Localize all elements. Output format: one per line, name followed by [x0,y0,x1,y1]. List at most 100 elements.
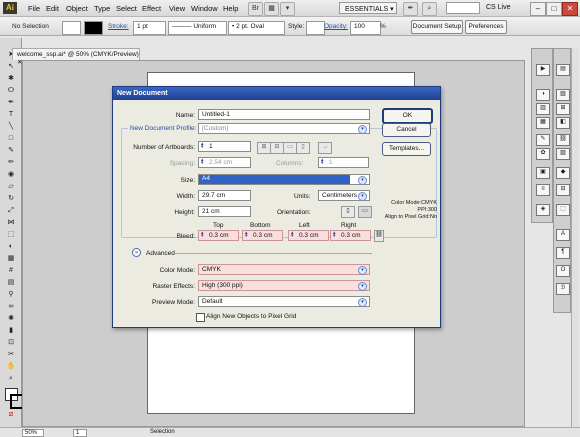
spinner-icon[interactable]: ▴ ▾ [201,142,205,150]
layers-panel-icon[interactable]: ◈ [536,204,550,216]
line-tool-icon[interactable]: ╲ [5,122,17,131]
artboards-panel-icon[interactable]: ⊞ [556,103,570,115]
opacity-label[interactable]: Opacity: [324,23,348,30]
ok-button[interactable]: OK [382,108,433,124]
spacing-input[interactable]: ▴ ▾ 2.54 cm [198,157,251,168]
width-tool-icon[interactable]: ⋈ [5,218,17,227]
stroke-weight-field[interactable]: 1 pt [133,21,166,35]
width-input[interactable]: 29.7 cm [198,190,251,201]
bleed-top-input[interactable]: ▴ ▾ 0.3 cm [198,230,239,241]
height-input[interactable]: 21 cm [198,206,251,217]
style-swatch[interactable] [306,21,325,35]
search-icon[interactable]: ⌕ [422,2,437,16]
zoom-field[interactable]: 50% [22,429,44,437]
shape-builder-tool-icon[interactable]: ◐ [5,242,17,251]
align-pixel-grid-checkbox[interactable] [196,313,205,322]
bleed-bottom-input[interactable]: ▴ ▾ 0.3 cm [242,230,283,241]
mesh-tool-icon[interactable]: # [5,266,17,275]
direct-selection-tool-icon[interactable]: ↖ [5,62,17,71]
spinner-icon[interactable]: ▴ ▾ [333,231,337,239]
menu-edit[interactable]: Edit [46,4,59,13]
hand-tool-icon[interactable]: ✋ [5,362,17,371]
perspective-grid-tool-icon[interactable]: ▦ [5,254,17,263]
type-tool-icon[interactable]: T [5,110,17,119]
scale-tool-icon[interactable]: ⤢ [5,206,17,215]
stroke-swatch[interactable] [84,21,103,35]
eraser-tool-icon[interactable]: ▱ [5,182,17,191]
opacity-field[interactable]: 100 [350,21,381,35]
spinner-icon[interactable]: ▴ ▾ [201,158,205,166]
align-panel-icon[interactable]: ⊟ [556,184,570,196]
spinner-icon[interactable]: ▴ ▾ [201,231,205,239]
columns-input[interactable]: ▴ ▾ 1 [318,157,369,168]
arrange-by-row-icon[interactable]: ▭ [283,142,297,154]
advanced-toggle-icon[interactable]: » [132,248,141,257]
spinner-icon[interactable]: ▴ ▾ [245,231,249,239]
document-tab[interactable]: welcome_ssp.ai* @ 50% (CMYK/Preview) ✕ [12,48,140,66]
workspace-switcher[interactable]: ESSENTIALS ▾ [339,2,397,14]
transform-panel-icon[interactable]: ⬚ [556,204,570,216]
blend-tool-icon[interactable]: ∞ [5,302,17,311]
preview-mode-select[interactable]: Default ▾ [198,296,370,307]
paragraph-panel-icon[interactable]: ¶ [556,247,570,259]
blob-brush-tool-icon[interactable]: ◉ [5,170,17,179]
brush-definition[interactable]: • 2 pt. Oval [228,21,285,35]
spinner-icon[interactable]: ▴ ▾ [321,158,325,166]
search-input[interactable] [446,2,480,14]
fill-swatch[interactable] [62,21,81,35]
variable-width-profile[interactable]: ——— Uniform [168,21,227,35]
magic-wand-tool-icon[interactable]: ✱ [5,74,17,83]
character-panel-icon[interactable]: A [556,229,570,241]
grid-by-column-icon[interactable]: ⊟ [270,142,284,154]
graph-tool-icon[interactable]: ▮ [5,326,17,335]
menu-type[interactable]: Type [94,4,110,13]
gradient-panel-icon[interactable]: ▨ [556,148,570,160]
swatches-panel-icon[interactable]: ▦ [536,117,550,129]
pathfinder-panel-icon[interactable]: ◆ [556,167,570,179]
pencil-tool-icon[interactable]: ✏ [5,158,17,167]
free-transform-tool-icon[interactable]: ⬚ [5,230,17,239]
pen-icon[interactable]: ✒ [403,2,418,16]
profile-select[interactable]: [Custom] ▾ [198,123,370,134]
menu-object[interactable]: Object [66,4,88,13]
raster-effects-select[interactable]: High (300 ppi) ▾ [198,280,370,291]
none-color-icon[interactable]: ⧄ [5,410,17,419]
symbols-panel-icon[interactable]: ✿ [536,148,550,160]
paintbrush-tool-icon[interactable]: ✎ [5,146,17,155]
artboard-tool-icon[interactable]: ⊡ [5,338,17,347]
bleed-right-input[interactable]: ▴ ▾ 0.3 cm [330,230,371,241]
pen-tool-icon[interactable]: ✒ [5,98,17,107]
menu-help[interactable]: Help [223,4,238,13]
name-input[interactable]: Untitled-1 [198,109,370,120]
graphic-styles-icon[interactable]: ▣ [536,167,550,179]
menu-file[interactable]: File [28,4,40,13]
close-icon[interactable]: ✕ [562,2,578,16]
navigator-panel-icon[interactable]: ▶ [536,64,550,76]
layers-icon[interactable]: ▧ [556,89,570,101]
grid-by-row-icon[interactable]: ⊞ [257,142,271,154]
color-mode-select[interactable]: CMYK ▾ [198,264,370,275]
menu-effect[interactable]: Effect [142,4,161,13]
portrait-icon[interactable]: ▯ [341,206,355,218]
preferences-button[interactable]: Preferences [465,20,507,34]
maximize-icon[interactable]: □ [546,2,562,16]
slice-tool-icon[interactable]: ✂ [5,350,17,359]
arrange-by-column-icon[interactable]: ▯ [296,142,310,154]
size-select[interactable]: A4 ▾ [198,174,370,185]
cancel-button[interactable]: Cancel [382,123,431,137]
menu-select[interactable]: Select [116,4,137,13]
cs-live-menu[interactable]: CS Live [486,4,511,11]
rotate-tool-icon[interactable]: ↻ [5,194,17,203]
brushes-panel-icon[interactable]: ✎ [536,134,550,146]
color-guide-icon[interactable]: ▥ [536,103,550,115]
vertical-scrollbar[interactable] [571,48,579,428]
color-panel-icon[interactable]: ◑ [536,89,550,101]
arrange-docs-icon[interactable]: ▦ [264,2,279,16]
links-panel-icon[interactable]: ⛓ [556,134,570,146]
artboard-number-field[interactable]: 1 [73,429,87,437]
stroke-label[interactable]: Stroke: [108,23,129,30]
bleed-left-input[interactable]: ▴ ▾ 0.3 cm [288,230,329,241]
glyphs-panel-icon[interactable]: ℬ [556,283,570,295]
gradient-tool-icon[interactable]: ▤ [5,278,17,287]
opentype-panel-icon[interactable]: O [556,265,570,277]
